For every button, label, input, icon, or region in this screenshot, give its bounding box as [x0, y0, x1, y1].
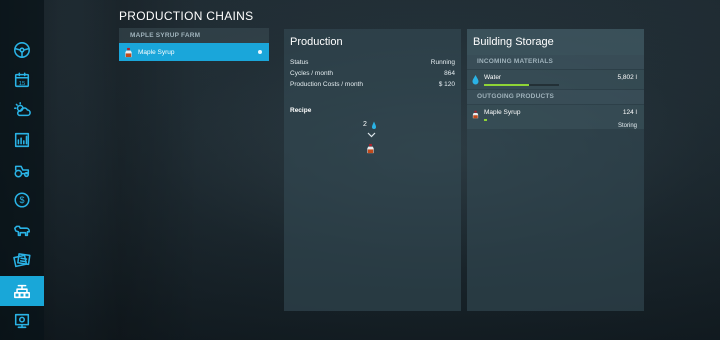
contracts-icon — [13, 253, 31, 268]
fill-level-bar — [484, 84, 559, 86]
active-indicator-dot — [258, 50, 262, 54]
costs-value: $ 120 — [438, 81, 455, 88]
storage-item-amount: 5,802 l — [617, 74, 637, 81]
production-panel: Production Status Running Cycles / month… — [284, 29, 461, 311]
cycles-label: Cycles / month — [290, 70, 333, 77]
storage-item-amount: 124 l — [622, 109, 637, 116]
storage-title: Building Storage — [473, 36, 554, 48]
sidebar-item-map[interactable] — [0, 35, 44, 65]
maple-syrup-icon — [123, 47, 134, 58]
steering-wheel-icon — [14, 42, 30, 58]
tour-icon — [14, 313, 30, 329]
production-title: Production — [290, 36, 343, 48]
sidebar-item-finances[interactable]: $ — [0, 185, 44, 215]
sidebar-item-animals[interactable] — [0, 215, 44, 245]
sidebar-item-calendar[interactable]: 15 — [0, 65, 44, 95]
production-chains-icon — [14, 284, 30, 299]
maple-syrup-icon — [472, 110, 479, 119]
page-title: PRODUCTION CHAINS — [119, 9, 254, 23]
storage-row-maple-syrup[interactable]: Maple Syrup 124 l Storing — [467, 105, 644, 129]
recipe-label: Recipe — [290, 107, 312, 114]
finances-icon: $ — [14, 192, 30, 208]
costs-label: Production Costs / month — [290, 81, 363, 88]
tractor-icon — [14, 165, 30, 178]
incoming-materials-label: INCOMING MATERIALS — [467, 55, 644, 69]
fill-level-bar — [484, 119, 559, 121]
status-label: Status — [290, 59, 309, 66]
sidebar-item-tour[interactable] — [0, 306, 44, 336]
costs-row: Production Costs / month $ 120 — [290, 81, 455, 88]
sidebar-item-prices[interactable] — [0, 125, 44, 155]
sidebar: 15 $ — [0, 0, 44, 340]
chain-item-label: Maple Syrup — [138, 48, 175, 56]
cycles-row: Cycles / month 864 — [290, 70, 455, 77]
maple-syrup-icon — [367, 143, 374, 154]
outgoing-products-label: OUTGOING PRODUCTS — [467, 90, 644, 104]
storage-item-name: Maple Syrup — [484, 109, 521, 116]
status-value: Running — [430, 59, 455, 66]
water-icon — [372, 121, 376, 129]
fill-level-bar-fill — [484, 119, 487, 121]
cycles-value: 864 — [444, 70, 455, 77]
chevron-down-icon — [367, 132, 376, 138]
water-icon — [472, 75, 479, 85]
status-row: Status Running — [290, 59, 455, 66]
fill-level-bar-fill — [484, 84, 529, 86]
sidebar-item-contracts[interactable] — [0, 245, 44, 275]
sidebar-item-vehicles[interactable] — [0, 155, 44, 185]
storage-mode-toggle[interactable]: Storing — [618, 123, 637, 129]
animals-icon — [14, 225, 30, 237]
sidebar-item-production[interactable] — [0, 276, 44, 306]
calendar-icon: 15 — [14, 72, 30, 88]
storage-row-water: Water 5,802 l — [467, 70, 644, 89]
farm-group-header: MAPLE SYRUP FARM — [119, 28, 269, 43]
building-storage-panel: Building Storage INCOMING MATERIALS Wate… — [467, 29, 644, 311]
recipe-input-amount: 2 — [363, 121, 367, 128]
calendar-day-label: 15 — [19, 81, 26, 87]
storage-item-name: Water — [484, 74, 502, 81]
prices-chart-icon — [14, 132, 30, 148]
weather-icon — [14, 102, 31, 117]
chain-item-maple-syrup[interactable]: Maple Syrup — [119, 43, 269, 61]
finances-symbol: $ — [19, 195, 24, 205]
sidebar-item-weather[interactable] — [0, 95, 44, 125]
